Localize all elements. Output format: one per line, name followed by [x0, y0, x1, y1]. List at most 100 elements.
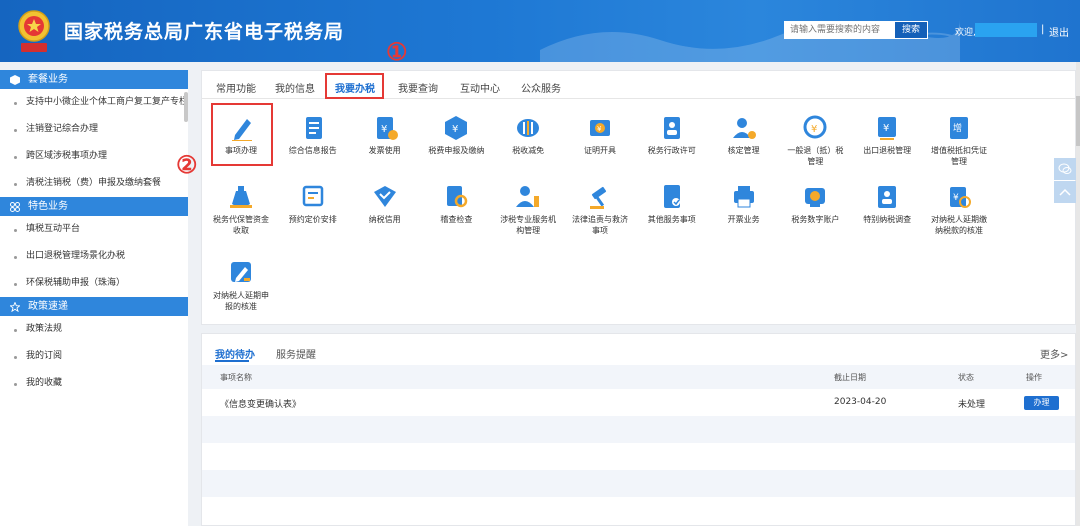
sidebar-scrollbar[interactable]	[184, 92, 188, 122]
service-item-label: 出口退税管理	[863, 146, 912, 155]
user-gear-icon	[732, 118, 756, 139]
service-item-label: 税务数字账户	[791, 215, 840, 224]
service-item[interactable]: 税务行政许可	[636, 113, 708, 156]
refund-cycle-icon: ¥	[803, 115, 827, 139]
special-investigation-icon	[878, 186, 897, 208]
annotation-two: ②	[176, 150, 198, 179]
service-item[interactable]: ¥ 发票使用	[349, 113, 421, 156]
grid-icon	[10, 201, 20, 212]
service-item[interactable]: 对纳税人延期申 报的核准	[205, 258, 277, 312]
sidebar-item[interactable]: 环保税辅助申报（珠海）	[0, 270, 188, 297]
chat-icon	[1058, 163, 1072, 174]
service-item[interactable]: 法律追责与救济 事项	[564, 182, 636, 236]
annotation-one: ①	[386, 37, 408, 66]
sidebar-item[interactable]: 我的收藏	[0, 370, 188, 397]
sidebar: 套餐业务 支持中小微企业个体工商户复工复产专栏 注销登记综合办理 跨区域涉税事项…	[0, 70, 188, 526]
tab-query[interactable]: 我要查询	[398, 80, 438, 95]
sidebar-item[interactable]: 跨区域涉税事项办理	[0, 143, 188, 170]
service-item-label: 对纳税人延期申 报的核准	[213, 291, 269, 311]
service-item[interactable]: ¥ 对纳税人延期缴 纳税款的核准	[923, 182, 995, 236]
permit-icon	[663, 117, 680, 139]
service-item[interactable]: ¥ 一般退（抵）税 管理	[779, 113, 851, 167]
sidebar-item[interactable]: 政策法规	[0, 316, 188, 343]
sidebar-item[interactable]: 我的订阅	[0, 343, 188, 370]
table-row-empty	[202, 497, 1075, 524]
service-item[interactable]: 税务代保管资金 收取	[205, 182, 277, 236]
service-item-label: 证明开具	[584, 146, 616, 155]
column-header: 事项名称	[220, 373, 252, 382]
certificate-icon: ¥	[590, 120, 610, 136]
svg-text:增: 增	[953, 122, 962, 134]
logout-link[interactable]: 退出	[1049, 24, 1069, 39]
service-item-label: 增值税抵扣凭证 管理	[931, 146, 987, 166]
todo-panel: 我的待办 服务提醒 更多> 事项名称 截止日期 状态 操作 《信息变更确认表》 …	[201, 333, 1076, 526]
svg-text:¥: ¥	[953, 193, 959, 203]
service-item[interactable]: 增增值税抵扣凭证 管理	[923, 113, 995, 167]
tab-my-info[interactable]: 我的信息	[275, 80, 315, 95]
service-item[interactable]: 开票业务	[708, 182, 780, 225]
sidebar-section-title: 政策速递	[28, 301, 68, 312]
service-item[interactable]: ¥ 证明开具	[564, 113, 636, 156]
table-row[interactable]: 《信息变更确认表》 2023-04-20 未处理 办理	[202, 389, 1075, 416]
service-item[interactable]: ¥ 出口退税管理	[851, 113, 923, 156]
service-item[interactable]: 综合信息报告	[277, 113, 349, 156]
cube-icon	[10, 74, 20, 85]
service-item-label: 税费申报及缴纳	[428, 146, 485, 155]
page-scrollbar-thumb[interactable]	[1076, 96, 1080, 146]
tax-declare-icon: ¥	[445, 116, 468, 140]
service-item[interactable]: 其他服务事项	[636, 182, 708, 225]
sidebar-item[interactable]: 注销登记综合办理	[0, 116, 188, 143]
service-item[interactable]: 税务数字账户	[779, 182, 851, 225]
invoice-icon: ¥	[376, 117, 398, 140]
column-header: 状态	[958, 373, 974, 382]
service-item-label: 稽查检查	[440, 215, 473, 224]
sidebar-item[interactable]: 清税注销税（费）申报及缴纳套餐	[0, 170, 188, 197]
cell-name: 《信息变更确认表》	[220, 400, 302, 410]
sidebar-section-package[interactable]: 套餐业务	[0, 70, 188, 89]
tab-my-todo[interactable]: 我的待办	[215, 346, 255, 361]
service-item[interactable]: 预约定价安排	[277, 182, 349, 225]
service-item[interactable]: ¥ 税费申报及缴纳	[420, 113, 492, 156]
chat-float-button[interactable]	[1054, 158, 1076, 180]
tab-service-reminder[interactable]: 服务提醒	[276, 346, 316, 361]
todo-tab-underline	[215, 360, 249, 362]
handle-button[interactable]: 办理	[1024, 396, 1059, 410]
service-item[interactable]: 特别纳税调查	[851, 182, 923, 225]
search-input[interactable]	[784, 21, 894, 39]
tab-interaction[interactable]: 互动中心	[460, 80, 500, 95]
service-item-label: 纳税信用	[368, 215, 401, 224]
tab-common[interactable]: 常用功能	[216, 80, 256, 95]
service-item[interactable]: 涉税专业服务机 构管理	[492, 182, 564, 236]
highlight-box-tab	[325, 73, 384, 99]
other-service-icon	[663, 185, 680, 208]
service-item-label: 一般退（抵）税 管理	[787, 146, 844, 166]
header-separator: |	[1041, 24, 1045, 35]
service-item[interactable]: 税收减免	[492, 113, 564, 156]
search-button[interactable]: 搜索	[894, 21, 928, 39]
sidebar-item[interactable]: 支持中小微企业个体工商户复工复产专栏	[0, 89, 188, 116]
service-item[interactable]: 稽查检查	[420, 182, 492, 225]
sidebar-item[interactable]: 填税互动平台	[0, 216, 188, 243]
service-item-label: 特别纳税调查	[863, 215, 912, 224]
service-item[interactable]: 纳税信用	[349, 182, 421, 225]
sidebar-section-title: 套餐业务	[28, 74, 68, 85]
column-header: 截止日期	[834, 373, 866, 382]
chevron-up-icon	[1059, 188, 1071, 196]
sidebar-item[interactable]: 出口退税管理场景化办税	[0, 243, 188, 270]
gavel-icon	[590, 186, 607, 209]
table-row-empty	[202, 470, 1075, 497]
sidebar-section-policy[interactable]: 政策速递	[0, 297, 188, 316]
back-to-top-button[interactable]	[1054, 181, 1076, 203]
svg-text:¥: ¥	[883, 123, 889, 134]
star-icon	[10, 301, 20, 312]
more-link[interactable]: 更多>	[1040, 346, 1068, 361]
digital-account-icon	[805, 188, 826, 207]
sidebar-section-featured[interactable]: 特色业务	[0, 197, 188, 216]
table-header: 事项名称 截止日期 状态 操作	[202, 365, 1075, 389]
service-item[interactable]: 核定管理	[708, 113, 780, 156]
money-bag-icon	[230, 186, 252, 208]
tax-emblem-icon	[18, 10, 50, 52]
top-header: 国家税务总局广东省电子税务局 搜索 欢迎, | 退出	[0, 0, 1080, 62]
tab-public-service[interactable]: 公众服务	[521, 80, 561, 95]
document-icon	[305, 117, 322, 139]
